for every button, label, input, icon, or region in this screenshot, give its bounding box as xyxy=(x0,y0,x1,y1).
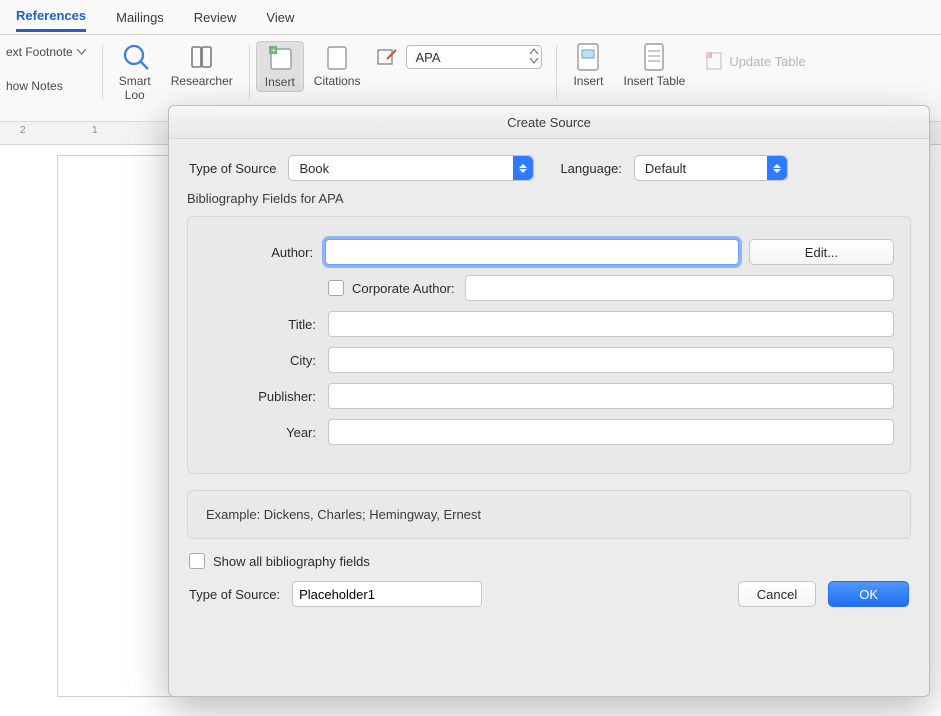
edit-author-button[interactable]: Edit... xyxy=(749,239,894,265)
example-text: Example: Dickens, Charles; Hemingway, Er… xyxy=(187,490,911,539)
smart-lookup-label: Smart Loo xyxy=(119,74,151,102)
update-table-label: Update Table xyxy=(729,54,805,69)
corporate-author-input[interactable] xyxy=(465,275,894,301)
next-footnote-label: ext Footnote xyxy=(6,45,73,59)
show-all-fields-label: Show all bibliography fields xyxy=(213,554,370,569)
stepper-icon xyxy=(529,47,539,65)
tag-name-input[interactable] xyxy=(292,581,482,607)
researcher-button[interactable]: Researcher xyxy=(161,41,243,90)
citations-label: Citations xyxy=(314,74,361,88)
source-type-value: Book xyxy=(299,161,329,176)
chevron-down-icon xyxy=(77,49,86,55)
magnifier-icon xyxy=(121,43,149,71)
type-of-source-label: Type of Source xyxy=(189,161,276,176)
style-value: APA xyxy=(415,50,440,65)
smart-lookup-button[interactable]: Smart Loo xyxy=(109,41,161,104)
update-table-button: ! Update Table xyxy=(705,51,805,71)
author-input[interactable] xyxy=(325,239,739,265)
corporate-author-label: Corporate Author: xyxy=(352,281,455,296)
cancel-button[interactable]: Cancel xyxy=(738,581,816,607)
svg-text:+: + xyxy=(271,46,276,55)
tab-mailings[interactable]: Mailings xyxy=(116,4,164,31)
insert-bib-button[interactable]: Insert xyxy=(563,41,613,90)
title-input[interactable] xyxy=(328,311,894,337)
researcher-label: Researcher xyxy=(171,74,233,88)
insert-citation-icon: + xyxy=(266,44,294,72)
language-select[interactable]: Default xyxy=(634,155,788,181)
bib-group-title: Bibliography Fields for APA xyxy=(187,191,929,206)
citations-icon xyxy=(323,43,351,71)
tag-name-label: Type of Source: xyxy=(189,587,280,602)
year-input[interactable] xyxy=(328,419,894,445)
insert-bib-label: Insert xyxy=(573,74,603,88)
language-value: Default xyxy=(645,161,686,176)
city-label: City: xyxy=(204,353,316,368)
source-type-select[interactable]: Book xyxy=(288,155,534,181)
insert-table-label: Insert Table xyxy=(623,74,685,88)
corporate-author-checkbox[interactable] xyxy=(328,280,344,296)
tab-view[interactable]: View xyxy=(266,4,294,31)
author-label: Author: xyxy=(204,245,313,260)
popup-arrows-icon xyxy=(513,156,533,180)
ribbon-tabs: References Mailings Review View xyxy=(0,0,941,35)
books-icon xyxy=(188,43,216,71)
publisher-label: Publisher: xyxy=(204,389,316,404)
city-input[interactable] xyxy=(328,347,894,373)
style-select[interactable]: APA xyxy=(406,45,542,69)
citations-button[interactable]: Citations xyxy=(304,41,371,90)
next-footnote-menu[interactable]: ext Footnote xyxy=(6,45,86,59)
update-table-icon: ! xyxy=(705,51,723,71)
year-label: Year: xyxy=(204,425,316,440)
show-notes-button[interactable]: how Notes xyxy=(6,79,86,93)
insert-citation-button[interactable]: + Insert xyxy=(256,41,304,92)
style-pen-icon xyxy=(376,47,400,67)
dialog-title: Create Source xyxy=(169,106,929,139)
ok-button[interactable]: OK xyxy=(828,581,909,607)
create-source-dialog: Create Source Type of Source Book Langua… xyxy=(168,105,930,697)
insert-table-button[interactable]: Insert Table xyxy=(613,41,695,90)
page-image-icon xyxy=(574,43,602,71)
popup-arrows-icon xyxy=(767,156,787,180)
show-all-fields-checkbox[interactable] xyxy=(189,553,205,569)
bib-fields-group: Author: Edit... Corporate Author: Title:… xyxy=(187,216,911,474)
ruler-mark: 1 xyxy=(92,125,98,136)
publisher-input[interactable] xyxy=(328,383,894,409)
tab-review[interactable]: Review xyxy=(194,4,237,31)
insert-citation-label: Insert xyxy=(265,75,295,89)
tab-references[interactable]: References xyxy=(16,2,86,32)
title-label: Title: xyxy=(204,317,316,332)
language-label: Language: xyxy=(560,161,621,176)
page-lines-icon xyxy=(640,43,668,71)
ruler-mark: 2 xyxy=(20,125,26,136)
